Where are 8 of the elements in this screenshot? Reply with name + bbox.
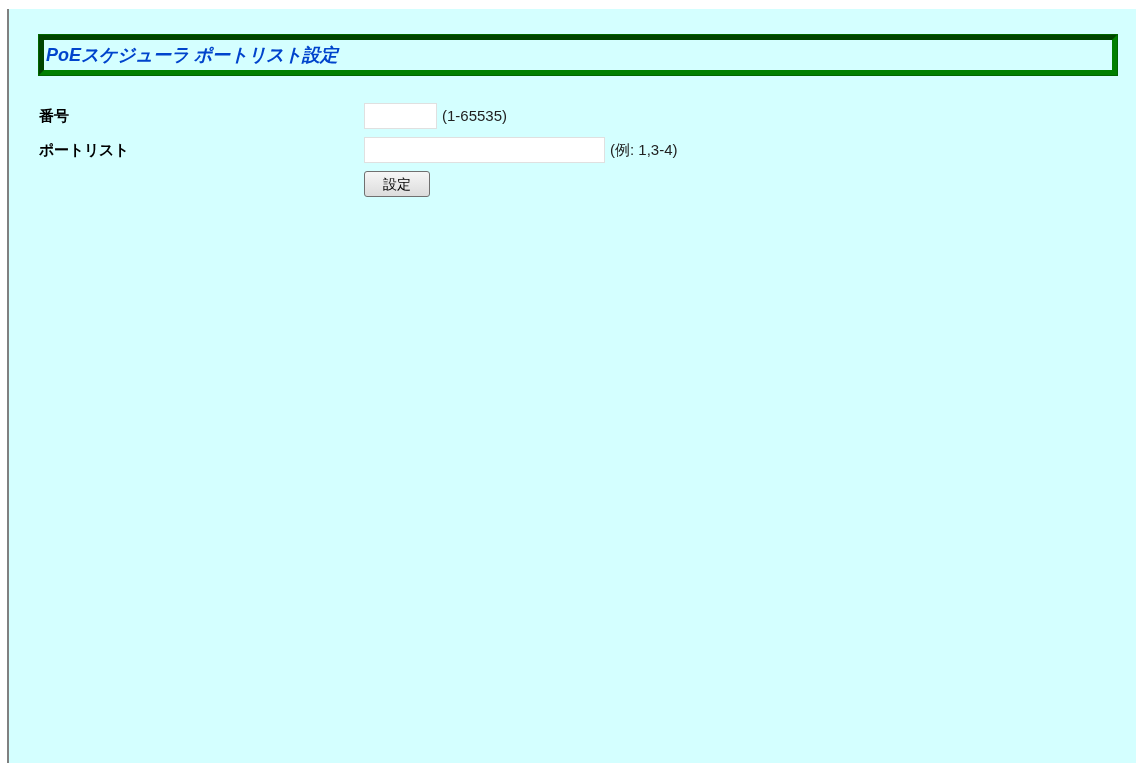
field-hint: (1-65535) — [442, 105, 508, 126]
input-field[interactable] — [364, 103, 437, 129]
field-hint: (例: 1,3-4) — [610, 139, 678, 160]
page-title: PoEスケジューラ ポートリスト設定 — [46, 43, 338, 67]
field-label: 番号 — [39, 105, 70, 126]
set-button[interactable]: 設定 — [364, 171, 430, 197]
input-field[interactable] — [364, 137, 605, 163]
field-label: ポートリスト — [39, 139, 130, 160]
